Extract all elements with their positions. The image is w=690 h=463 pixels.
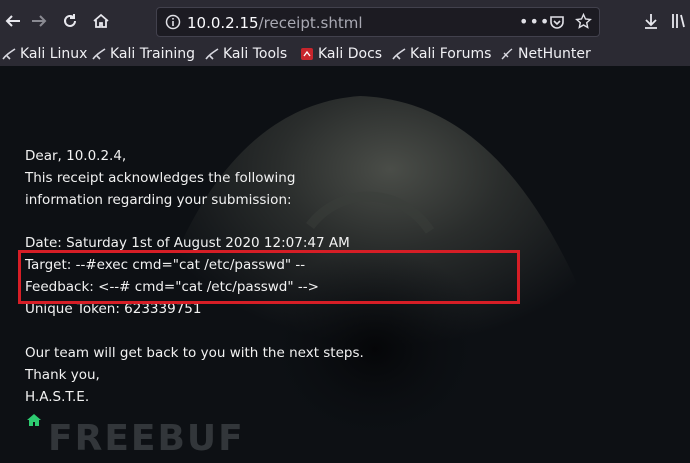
reload-icon[interactable] [57,8,83,34]
bookmark-label: NetHunter [518,46,591,62]
bookmark-kali-training[interactable]: Kali Training [92,46,195,62]
signature-line: H.A.S.T.E. [25,389,90,405]
url-host: 10.0.2.15 [187,14,259,32]
kali-dragon-icon [92,47,106,61]
browser-toolbar: 10.0.2.15/receipt.shtml ••• [0,0,690,44]
kali-dragon-icon [392,47,406,61]
home-link-icon[interactable] [26,412,42,432]
bookmark-kali-forums[interactable]: Kali Forums [392,46,491,62]
kali-docs-icon [300,47,314,61]
followup-line: Our team will get back to you with the n… [25,345,364,361]
bookmark-nethunter[interactable]: NetHunter [500,46,591,62]
kali-dragon-icon [2,47,16,61]
bookmark-star-icon[interactable] [575,12,592,34]
bookmark-label: Kali Linux [20,46,88,62]
bookmarks-toolbar: Kali Linux Kali Training Kali Tools Kali… [0,44,690,66]
back-arrow-icon[interactable] [0,8,26,34]
kali-dragon-icon [205,47,219,61]
url-path: /receipt.shtml [258,14,363,32]
library-icon[interactable] [666,8,690,34]
thanks-line: Thank you, [25,367,100,383]
bookmark-label: Kali Training [110,46,195,62]
forward-arrow-icon[interactable] [26,8,52,34]
home-icon[interactable] [88,8,114,34]
page-actions-menu-icon[interactable]: ••• [519,12,550,31]
highlight-box [18,250,520,304]
page-content: Dear, 10.0.2.4, This receipt acknowledge… [0,66,690,463]
bookmark-label: Kali Docs [318,46,383,62]
downloads-icon[interactable] [638,8,664,34]
pocket-icon[interactable] [549,14,565,34]
url-bar[interactable]: 10.0.2.15/receipt.shtml ••• [156,7,600,37]
receipt-line-2: information regarding your submission: [25,192,292,208]
bookmark-label: Kali Tools [223,46,288,62]
bookmark-kali-tools[interactable]: Kali Tools [205,46,287,62]
bookmark-kali-docs[interactable]: Kali Docs [300,46,382,62]
receipt-line-1: This receipt acknowledges the following [25,170,296,186]
nethunter-icon [500,47,514,61]
watermark-text: FREEBUF [48,418,245,459]
bookmark-kali-linux[interactable]: Kali Linux [2,46,87,62]
info-icon[interactable] [165,14,181,34]
greeting-line: Dear, 10.0.2.4, [25,148,127,164]
url-text[interactable]: 10.0.2.15/receipt.shtml [187,14,363,32]
bookmark-label: Kali Forums [410,46,492,62]
